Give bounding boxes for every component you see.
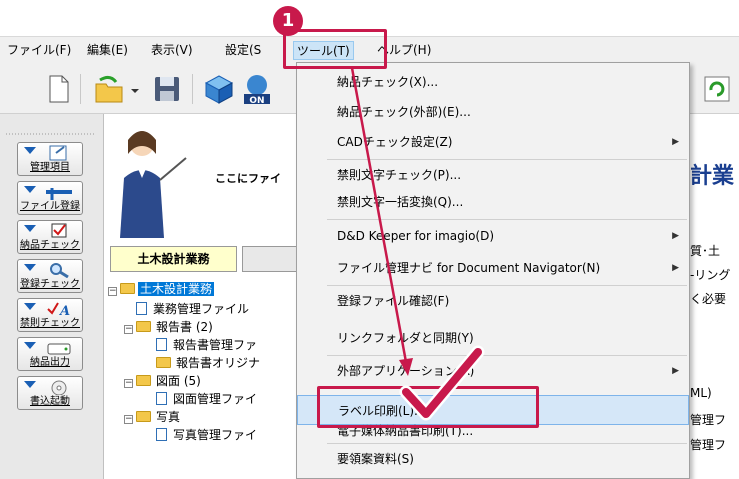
tree-item[interactable]: − 写真 (124, 408, 182, 426)
highlight-tools-menu (283, 29, 387, 69)
chevron-down-icon (131, 89, 139, 93)
cube-icon (204, 75, 234, 104)
behind-text: -リング (690, 268, 731, 282)
tree-item[interactable]: 業務管理ファイル (136, 300, 251, 318)
delivery-check-button[interactable]: 納品チェック (17, 220, 83, 254)
folder-icon (136, 375, 151, 386)
menu-item-external-app[interactable]: 外部アプリケーション(A) ▶ (297, 356, 689, 386)
forbidden-check-button[interactable]: A 禁則チェック (17, 298, 83, 332)
folder-icon (120, 283, 135, 294)
tree-item[interactable]: − 報告書 (2) (124, 318, 215, 336)
tree-item[interactable]: − 図面 (5) (124, 372, 203, 390)
folder-icon (156, 357, 171, 368)
folder-icon (136, 411, 151, 422)
delivery-output-button[interactable]: 納品出力 (17, 337, 83, 371)
tab-other[interactable] (242, 246, 297, 272)
menu-edit[interactable]: 編集(E) (84, 41, 131, 60)
save-button[interactable] (150, 72, 184, 106)
menu-item-guidelines[interactable]: 要領案資料(S) (297, 444, 689, 474)
new-file-icon (49, 75, 69, 103)
menu-item-forbidden-char-convert[interactable]: 禁則文字一括変換(Q)... (297, 187, 689, 217)
behind-text: 管理フ (690, 413, 727, 427)
menu-item-registered-file-confirm[interactable]: 登録ファイル確認(F) (297, 286, 689, 316)
menu-settings[interactable]: 設定(S (222, 41, 264, 60)
tab-bar: 土木設計業務 (104, 244, 299, 274)
step-badge: 1 (273, 6, 303, 36)
open-folder-icon (95, 75, 123, 103)
submenu-arrow-icon: ▶ (672, 263, 679, 273)
panel-dots (6, 133, 96, 135)
menu-file[interactable]: ファイル(F) (4, 41, 74, 60)
folder-tree: − 土木設計業務 業務管理ファイル − 報告書 (2) 報告書管理ファ 報告書オリジ… (104, 278, 299, 479)
menu-item-delivery-check-external[interactable]: 納品チェック(外部)(E)... (297, 97, 689, 127)
svg-text:ON: ON (249, 96, 264, 106)
highlight-label-print (317, 386, 539, 428)
document-icon (156, 392, 167, 405)
cube-button[interactable] (202, 72, 236, 106)
online-button[interactable]: ON (240, 72, 274, 106)
new-file-button[interactable] (40, 72, 74, 106)
refresh-button[interactable] (700, 72, 734, 106)
tree-item[interactable]: 報告書管理ファ (156, 336, 259, 354)
behind-text: 質･土 (690, 244, 721, 258)
behind-text: ML) (690, 386, 712, 400)
behind-text: く必要 (690, 292, 727, 306)
menu-item-link-folder-sync[interactable]: リンクフォルダと同期(Y) (297, 323, 689, 353)
write-launch-button[interactable]: 書込起動 (17, 376, 83, 410)
submenu-arrow-icon: ▶ (672, 137, 679, 147)
banner-text: ここにファイ (215, 172, 281, 185)
registration-check-button[interactable]: 登録チェック (17, 259, 83, 293)
open-dropdown-button[interactable] (128, 72, 142, 106)
document-icon (156, 428, 167, 441)
folder-icon (136, 321, 151, 332)
left-panel: 管理項目 ファイル登録 納品チェック 登録チェック A 禁則チェック 納品出力 (0, 114, 104, 479)
guide-character-icon (120, 131, 187, 238)
menu-item-cad-check-settings[interactable]: CADチェック設定(Z) ▶ (297, 127, 689, 157)
app-window: ファイル(F) 編集(E) 表示(V) 設定(S ツール(T) ヘルプ(H) O… (0, 0, 739, 479)
tab-civil-design[interactable]: 土木設計業務 (110, 246, 237, 272)
document-icon (136, 302, 147, 315)
menu-item-delivery-check[interactable]: 納品チェック(X)... (297, 67, 689, 97)
tree-item[interactable]: 写真管理ファイ (156, 426, 259, 444)
guide-banner: ここにファイ (104, 114, 299, 244)
online-icon: ON (244, 75, 270, 106)
tree-item[interactable]: 図面管理ファイ (156, 390, 259, 408)
submenu-arrow-icon: ▶ (672, 231, 679, 241)
manage-items-button[interactable]: 管理項目 (17, 142, 83, 176)
document-icon (156, 338, 167, 351)
open-folder-button[interactable] (92, 72, 126, 106)
save-icon (155, 77, 179, 101)
menu-item-dd-keeper[interactable]: D&D Keeper for imagio(D) ▶ (297, 221, 689, 251)
menu-item-file-navi[interactable]: ファイル管理ナビ for Document Navigator(N) ▶ (297, 253, 689, 283)
behind-title: 計業 (690, 164, 735, 189)
tree-item[interactable]: 報告書オリジナ (156, 354, 262, 372)
file-register-button[interactable]: ファイル登録 (17, 181, 83, 215)
menu-view[interactable]: 表示(V) (148, 41, 196, 60)
refresh-icon (704, 76, 730, 102)
submenu-arrow-icon: ▶ (672, 366, 679, 376)
menu-item-forbidden-char-check[interactable]: 禁則文字チェック(P)... (297, 160, 689, 190)
behind-text: 管理フ (690, 438, 727, 452)
tree-item-root[interactable]: − 土木設計業務 (108, 280, 215, 298)
